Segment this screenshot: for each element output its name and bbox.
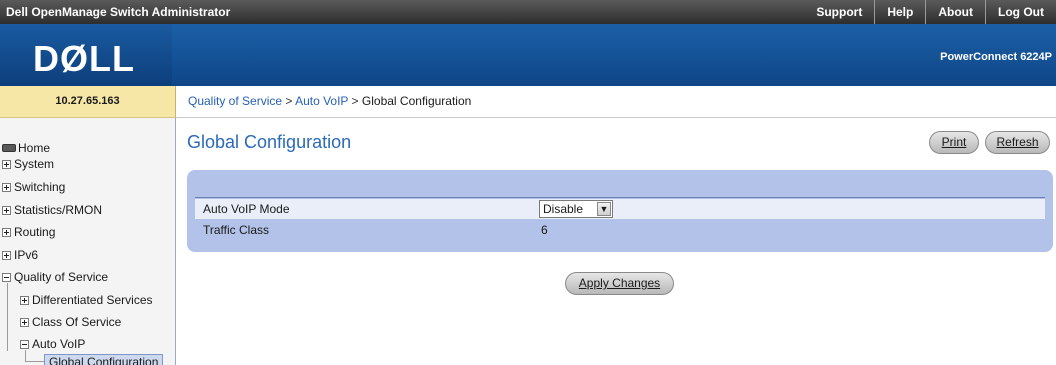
divider (195, 197, 1045, 198)
device-model: PowerConnect 6224P (940, 51, 1052, 63)
auto-voip-mode-label: Auto VoIP Mode (203, 202, 290, 216)
expand-icon[interactable] (2, 205, 11, 215)
collapse-icon[interactable] (2, 272, 11, 282)
dell-logo: DØLL (33, 38, 135, 79)
table-row: Auto VoIP Mode Disable ▼ (195, 199, 1045, 219)
sidebar-item-ipv6[interactable]: IPv6 (2, 248, 38, 262)
sidebar-item-label: Switching (14, 180, 66, 194)
traffic-class-label: Traffic Class (203, 223, 270, 237)
tree-line (7, 283, 8, 351)
expand-icon[interactable] (20, 317, 29, 327)
collapse-icon[interactable] (20, 339, 29, 349)
sidebar-item-label: IPv6 (14, 248, 39, 262)
home-icon (2, 144, 16, 152)
sidebar-item-auto-voip[interactable]: Auto VoIP (20, 337, 85, 351)
print-button[interactable]: Print (929, 131, 979, 154)
help-link[interactable]: Help (874, 0, 925, 24)
sidebar-item-label: Quality of Service (14, 270, 109, 284)
settings-panel: Auto VoIP Mode Disable ▼ Traffic Class 6 (187, 170, 1053, 252)
sidebar-item-home[interactable]: Home (2, 141, 50, 155)
page-title: Global Configuration (187, 132, 352, 152)
refresh-button[interactable]: Refresh (985, 131, 1050, 154)
breadcrumb-current: Global Configuration (361, 94, 472, 108)
sidebar-item-global-configuration[interactable]: Global Configuration (44, 354, 164, 365)
about-link[interactable]: About (925, 0, 985, 24)
sidebar-item-label: Differentiated Services (32, 293, 153, 307)
sidebar-item-label: Class Of Service (32, 315, 122, 329)
expand-icon[interactable] (2, 227, 11, 237)
apply-changes-button[interactable]: Apply Changes (565, 272, 674, 295)
sidebar-item-differentiated-services[interactable]: Differentiated Services (20, 293, 153, 307)
ip-address: 10.27.65.163 (0, 86, 176, 118)
top-links: Support Help About Log Out (804, 0, 1056, 24)
expand-icon[interactable] (20, 295, 29, 305)
table-row: Traffic Class 6 (195, 220, 1045, 240)
expand-icon[interactable] (2, 182, 11, 192)
header-banner: DØLL PowerConnect 6224P (0, 24, 1056, 86)
breadcrumb-auto-voip[interactable]: Auto VoIP (295, 94, 348, 108)
breadcrumb-separator: > (348, 94, 362, 108)
sidebar-item-label: System (14, 157, 55, 171)
auto-voip-mode-value: Disable (543, 202, 584, 216)
sidebar-item-class-of-service[interactable]: Class Of Service (20, 315, 121, 329)
logo-box: DØLL (0, 24, 172, 86)
sidebar-item-label: Auto VoIP (32, 337, 86, 351)
traffic-class-value: 6 (541, 223, 548, 237)
top-bar: Dell OpenManage Switch Administrator Sup… (0, 0, 1056, 24)
sidebar-item-label: Routing (14, 225, 56, 239)
sidebar-item-system[interactable]: System (2, 157, 54, 171)
breadcrumb-qos[interactable]: Quality of Service (188, 94, 282, 108)
sidebar-item-label: Global Configuration (49, 355, 159, 365)
chevron-down-icon[interactable]: ▼ (597, 202, 611, 216)
sidebar: Home System Switching Statistics/RMON Ro… (0, 118, 176, 365)
app-title: Dell OpenManage Switch Administrator (6, 5, 231, 19)
sidebar-item-switching[interactable]: Switching (2, 180, 65, 194)
breadcrumb: Quality of Service > Auto VoIP > Global … (176, 86, 1056, 118)
support-link[interactable]: Support (804, 0, 874, 24)
expand-icon[interactable] (2, 250, 11, 260)
logout-link[interactable]: Log Out (985, 0, 1056, 24)
breadcrumb-separator: > (282, 94, 296, 108)
tree-line (25, 361, 45, 362)
auto-voip-mode-select[interactable]: Disable ▼ (539, 200, 613, 218)
sidebar-item-label: Statistics/RMON (14, 203, 103, 217)
sidebar-item-quality-of-service[interactable]: Quality of Service (2, 270, 108, 284)
sidebar-item-label: Home (18, 141, 51, 155)
sidebar-item-statistics-rmon[interactable]: Statistics/RMON (2, 203, 102, 217)
sidebar-item-routing[interactable]: Routing (2, 225, 55, 239)
expand-icon[interactable] (2, 159, 11, 169)
